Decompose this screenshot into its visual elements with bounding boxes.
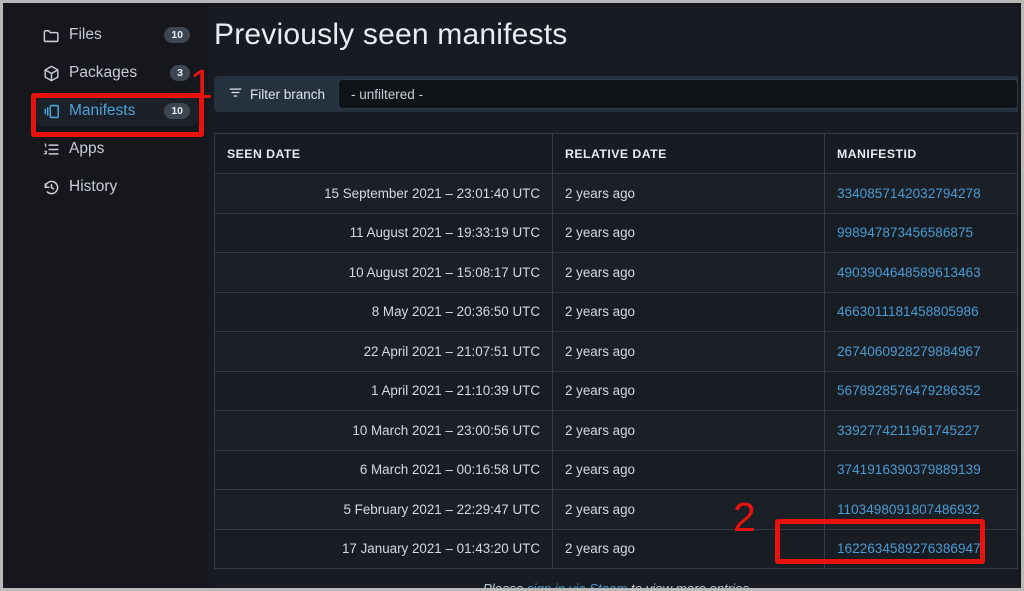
cell-manifestid: 2674060928279884967 (824, 331, 1018, 372)
sidebar-badge: 10 (164, 103, 190, 119)
manifests-table-container: SEEN DATE RELATIVE DATE MANIFESTID 15 Se… (214, 133, 1018, 588)
cell-seen-date: 15 September 2021 – 23:01:40 UTC (214, 173, 553, 214)
package-icon (42, 64, 61, 83)
sidebar-badge: 10 (164, 27, 190, 43)
history-icon (42, 178, 61, 197)
cell-manifestid: 4663011181458805986 (824, 292, 1018, 332)
cell-seen-date: 1 April 2021 – 21:10:39 UTC (214, 371, 553, 411)
column-header-relative-date[interactable]: RELATIVE DATE (552, 133, 825, 174)
manifestid-link[interactable]: 1622634589276386947 (837, 541, 981, 556)
table-row: 17 January 2021 – 01:43:20 UTC 2 years ag… (214, 529, 1018, 569)
manifestid-link[interactable]: 998947873456586875 (837, 225, 973, 240)
cell-relative-date: 2 years ago (552, 529, 825, 569)
sidebar-item-label: Files (69, 26, 102, 43)
cell-manifestid: 1622634589276386947 (824, 529, 1018, 569)
manifestid-link[interactable]: 5678928576479286352 (837, 383, 981, 398)
table-row: 10 March 2021 – 23:00:56 UTC 2 years ago 3… (214, 410, 1018, 451)
cell-manifestid: 3340857142032794278 (824, 173, 1018, 214)
table-foot: Please sign in via Steam to view more en… (214, 568, 1018, 591)
table-row: 5 February 2021 – 22:29:47 UTC 2 years ag… (214, 489, 1018, 530)
column-header-seen-date[interactable]: SEEN DATE (214, 133, 553, 174)
sidebar-item-manifests[interactable]: Manifests 10 (36, 96, 198, 126)
cell-seen-date: 22 April 2021 – 21:07:51 UTC (214, 331, 553, 372)
cell-relative-date: 2 years ago (552, 213, 825, 253)
sidebar-item-packages[interactable]: Packages 3 (36, 58, 198, 88)
table-row: 10 August 2021 – 15:08:17 UTC 2 years ago… (214, 252, 1018, 293)
manifestid-link[interactable]: 4903904648589613463 (837, 265, 981, 280)
sidebar: Files 10 Packages 3 Manifests 10 Apps Hi… (6, 6, 208, 588)
filter-branch-input[interactable] (338, 79, 1018, 109)
notice-prefix: Please (482, 580, 527, 591)
manifestid-link[interactable]: 4663011181458805986 (837, 304, 979, 319)
cell-relative-date: 2 years ago (552, 173, 825, 214)
manifestid-link[interactable]: 3741916390379889139 (837, 462, 981, 477)
sidebar-item-history[interactable]: History (36, 172, 198, 202)
cell-manifestid: 5678928576479286352 (824, 371, 1018, 411)
cell-seen-date: 6 March 2021 – 00:16:58 UTC (214, 450, 553, 490)
table-row: 8 May 2021 – 20:36:50 UTC 2 years ago 4663… (214, 292, 1018, 332)
cell-relative-date: 2 years ago (552, 292, 825, 332)
app-window: Files 10 Packages 3 Manifests 10 Apps Hi… (0, 0, 1024, 591)
cell-seen-date: 10 August 2021 – 15:08:17 UTC (214, 252, 553, 293)
list-icon (42, 140, 61, 159)
manifestid-link[interactable]: 2674060928279884967 (837, 344, 981, 359)
cell-seen-date: 5 February 2021 – 22:29:47 UTC (214, 489, 553, 530)
sidebar-item-label: Apps (69, 140, 105, 157)
page-title: Previously seen manifests (214, 18, 568, 51)
filter-branch-label: Filter branch (214, 76, 338, 112)
cell-relative-date: 2 years ago (552, 489, 825, 530)
cell-manifestid: 1103498091807486932 (824, 489, 1018, 530)
filter-branch-text: Filter branch (250, 86, 326, 102)
filter-bar: Filter branch (214, 76, 1018, 112)
table-row: 15 September 2021 – 23:01:40 UTC 2 years … (214, 173, 1018, 214)
sidebar-item-label: Packages (69, 64, 138, 81)
table-head: SEEN DATE RELATIVE DATE MANIFESTID (214, 133, 1018, 174)
cell-relative-date: 2 years ago (552, 252, 825, 293)
sidebar-item-apps[interactable]: Apps (36, 134, 198, 164)
cell-seen-date: 17 January 2021 – 01:43:20 UTC (214, 529, 553, 569)
sidebar-item-files[interactable]: Files 10 (36, 20, 198, 50)
manifests-table: SEEN DATE RELATIVE DATE MANIFESTID 15 Se… (214, 133, 1018, 591)
manifestid-link[interactable]: 3340857142032794278 (837, 186, 981, 201)
table-row: 1 April 2021 – 21:10:39 UTC 2 years ago 56… (214, 371, 1018, 411)
sign-in-via-steam-link[interactable]: sign in via Steam (527, 581, 627, 588)
table-header-row: SEEN DATE RELATIVE DATE MANIFESTID (214, 133, 1018, 174)
cell-manifestid: 998947873456586875 (824, 213, 1018, 253)
table-body: 15 September 2021 – 23:01:40 UTC 2 years … (214, 173, 1018, 569)
notice-suffix: to view more entries (627, 580, 750, 591)
sidebar-item-label: Manifests (69, 102, 136, 119)
filter-icon (228, 85, 243, 103)
sidebar-item-label: History (69, 178, 118, 195)
cell-seen-date: 11 August 2021 – 19:33:19 UTC (214, 213, 553, 253)
sign-in-notice: Please sign in via Steam to view more en… (214, 568, 1018, 591)
folder-icon (42, 26, 61, 45)
cell-seen-date: 8 May 2021 – 20:36:50 UTC (214, 292, 553, 332)
cell-manifestid: 3741916390379889139 (824, 450, 1018, 490)
manifestid-link[interactable]: 1103498091807486932 (837, 502, 980, 517)
cell-manifestid: 3392774211961745227 (824, 410, 1018, 451)
cell-relative-date: 2 years ago (552, 450, 825, 490)
cell-manifestid: 4903904648589613463 (824, 252, 1018, 293)
table-row: 11 August 2021 – 19:33:19 UTC 2 years ago… (214, 213, 1018, 253)
cell-relative-date: 2 years ago (552, 331, 825, 372)
cell-seen-date: 10 March 2021 – 23:00:56 UTC (214, 410, 553, 451)
main-content: Previously seen manifests Filter branch … (208, 6, 1018, 588)
table-footer-row: Please sign in via Steam to view more en… (214, 568, 1018, 591)
cell-relative-date: 2 years ago (552, 410, 825, 451)
table-row: 22 April 2021 – 21:07:51 UTC 2 years ago 2… (214, 331, 1018, 372)
manifest-icon (42, 102, 61, 121)
column-header-manifestid[interactable]: MANIFESTID (824, 133, 1018, 174)
sidebar-badge: 3 (170, 65, 190, 81)
table-row: 6 March 2021 – 00:16:58 UTC 2 years ago 37… (214, 450, 1018, 490)
manifestid-link[interactable]: 3392774211961745227 (837, 423, 980, 438)
cell-relative-date: 2 years ago (552, 371, 825, 411)
